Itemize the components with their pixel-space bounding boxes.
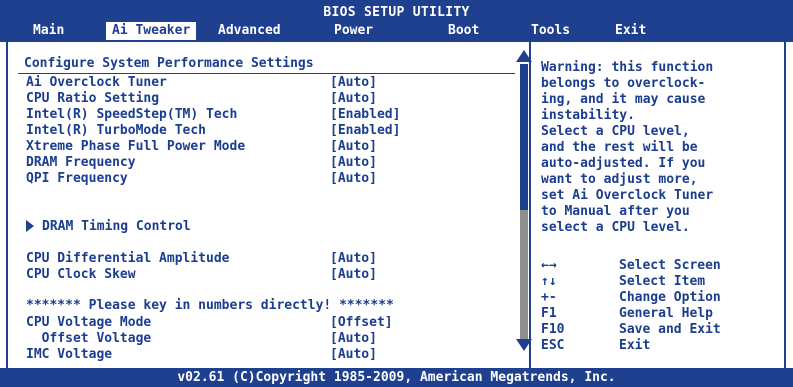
key-desc: Save and Exit (619, 322, 721, 337)
notice-label: ******* Please key in numbers directly! … (26, 298, 394, 313)
section-title: Configure System Performance Settings (24, 56, 314, 71)
setting-label: DRAM Frequency (26, 155, 136, 170)
help-line: Select a CPU level, (541, 124, 690, 139)
left-right-arrows-icon: ←→ (541, 258, 557, 273)
key-desc: Exit (619, 338, 651, 353)
help-line: Warning: this function (541, 60, 714, 75)
key-desc: General Help (619, 306, 713, 321)
setting-value[interactable]: [Auto] (330, 331, 377, 347)
key-desc: Select Item (619, 274, 706, 289)
key-name: F10 (541, 322, 565, 337)
help-line: want to adjust more, (541, 172, 698, 187)
setting-label: QPI Frequency (26, 171, 128, 186)
tab-tools[interactable]: Tools (531, 22, 570, 40)
setting-value[interactable]: [Auto] (330, 155, 377, 171)
key-name: F1 (541, 306, 557, 321)
setting-label: CPU Voltage Mode (26, 315, 152, 330)
setting-label: Offset Voltage (26, 331, 152, 346)
setting-label: CPU Differential Amplitude (26, 251, 230, 266)
setting-label: CPU Clock Skew (26, 267, 136, 282)
setting-value[interactable]: [Auto] (330, 91, 377, 107)
tab-advanced[interactable]: Advanced (218, 22, 281, 40)
help-line: ing, and it may cause (541, 92, 706, 107)
setting-label: Xtreme Phase Full Power Mode (26, 139, 246, 154)
help-line: and the rest will be (541, 140, 698, 155)
help-line: to Manual after you (541, 204, 690, 219)
setting-label: Intel(R) TurboMode Tech (26, 123, 207, 138)
tab-exit[interactable]: Exit (615, 22, 646, 40)
scroll-down-icon[interactable] (516, 339, 532, 351)
setting-value[interactable]: [Enabled] (330, 123, 400, 139)
setting-label: Ai Overclock Tuner (26, 75, 167, 90)
setting-value[interactable]: [Auto] (330, 171, 377, 187)
tab-boot[interactable]: Boot (448, 22, 479, 40)
setting-label: CPU Ratio Setting (26, 91, 160, 106)
scroll-up-icon[interactable] (516, 50, 532, 62)
window-title: BIOS SETUP UTILITY (323, 5, 470, 20)
setting-value[interactable]: [Auto] (330, 139, 377, 155)
copyright-footer: v02.61 (C)Copyright 1985-2009, American … (0, 368, 793, 387)
setting-value[interactable]: [Auto] (330, 75, 377, 91)
section-divider (18, 73, 515, 74)
title-bar: BIOS SETUP UTILITY Main Ai Tweaker Advan… (0, 0, 793, 42)
key-desc: Select Screen (619, 258, 721, 273)
key-name: ESC (541, 338, 565, 353)
help-line: auto-adjusted. If you (541, 156, 706, 171)
help-line: select a CPU level. (541, 220, 690, 235)
setting-label: Intel(R) SpeedStep(TM) Tech (26, 107, 238, 122)
key-desc: Change Option (619, 290, 721, 305)
scrollbar-thumb[interactable] (520, 64, 528, 210)
setting-value[interactable]: [Auto] (330, 251, 377, 267)
setting-value[interactable]: [Auto] (330, 267, 377, 283)
submenu-arrow-icon (26, 219, 34, 232)
setting-value[interactable]: [Offset] (330, 315, 393, 331)
submenu-label: DRAM Timing Control (42, 219, 191, 234)
key-name: +- (541, 290, 557, 305)
up-down-arrows-icon: ↑↓ (541, 274, 557, 289)
tab-ai-tweaker[interactable]: Ai Tweaker (106, 22, 197, 40)
panel-divider (529, 42, 531, 368)
setting-label: IMC Voltage (26, 347, 113, 362)
help-line: belongs to overclock- (541, 76, 706, 91)
help-panel: Warning: this function belongs to overcl… (541, 60, 781, 236)
tab-main[interactable]: Main (33, 22, 64, 40)
setting-value[interactable]: [Enabled] (330, 107, 400, 123)
help-line: set Ai Overclock Tuner (541, 188, 714, 203)
setting-value[interactable]: [Auto] (330, 347, 377, 363)
tab-power[interactable]: Power (334, 22, 373, 40)
help-line: instability. (541, 108, 635, 123)
